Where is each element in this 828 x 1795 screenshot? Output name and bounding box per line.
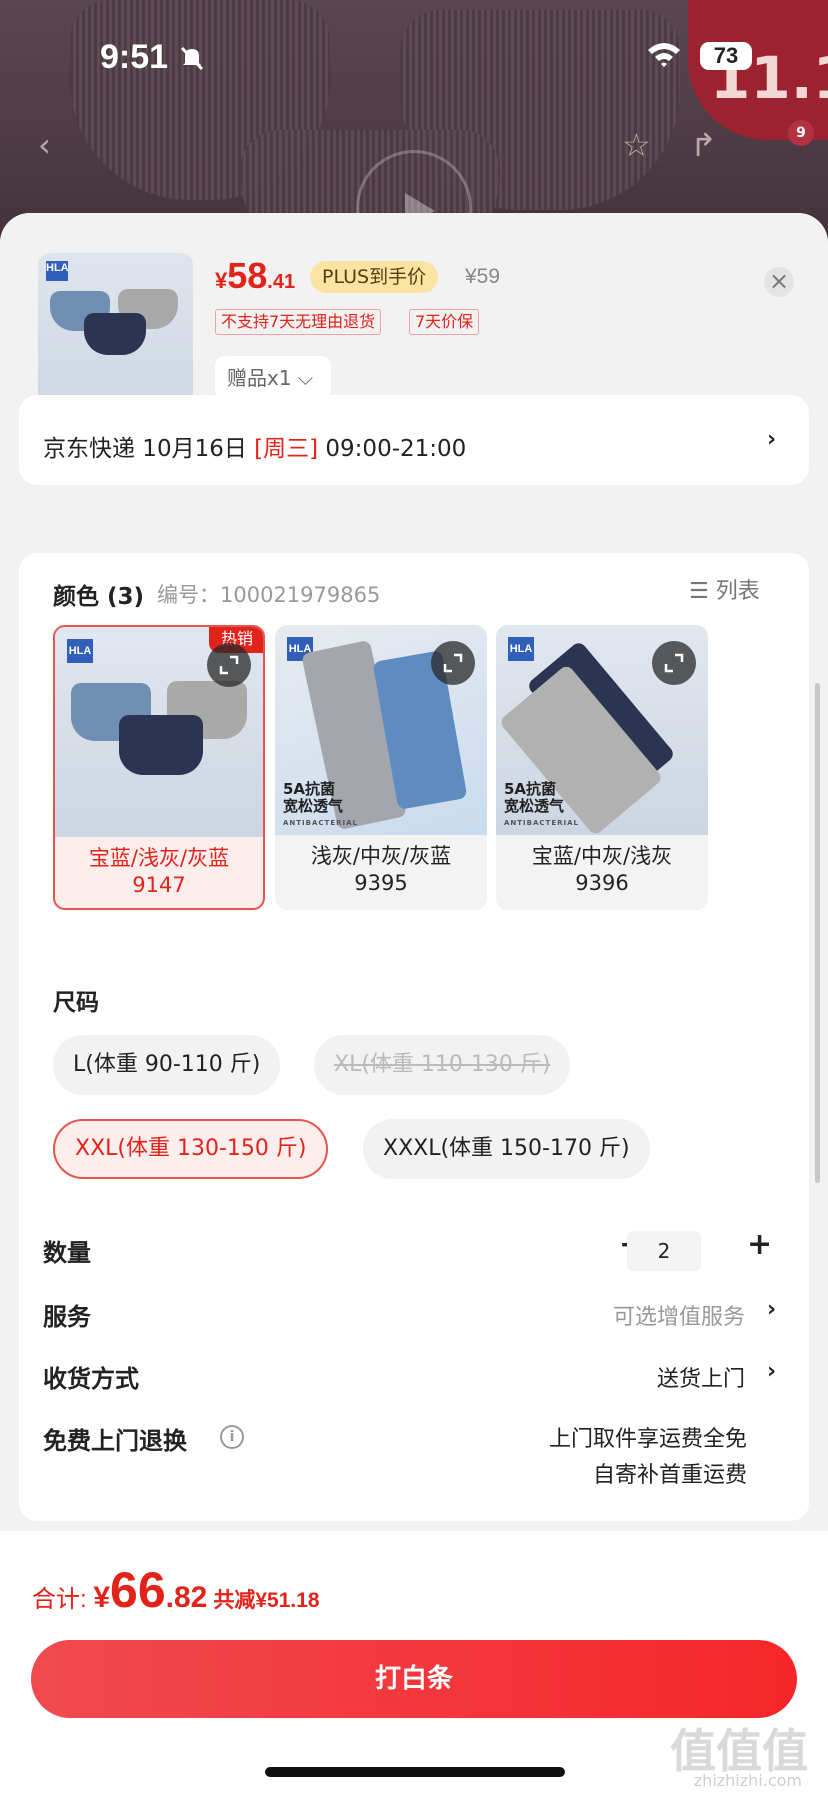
color-option-9396[interactable]: HLA 5A抗菌 宽松透气 ANTIBACTERIAL 宝蓝/中灰/浅灰 9396 (496, 625, 708, 910)
size-label: 尺码 (53, 990, 99, 1016)
chevron-right-icon: › (767, 1297, 777, 1322)
no-return-tag: 不支持7天无理由退货 (215, 309, 382, 335)
silent-bell-icon (178, 44, 206, 76)
receive-method-label: 收货方式 (43, 1365, 139, 1393)
size-option-xxl[interactable]: XXL(体重 130-150 斤) (53, 1119, 329, 1179)
expand-icon[interactable] (652, 641, 696, 685)
size-option-l[interactable]: L(体重 90-110 斤) (53, 1035, 281, 1095)
chevron-down-icon: ⌵ (297, 366, 314, 390)
gift-dropdown[interactable]: 赠品x1 ⌵ (215, 356, 331, 400)
back-icon[interactable]: ‹ (38, 126, 51, 164)
checkout-bar: 合计: ¥66.82 共减¥51.18 打白条 值值值 zhizhizhi.com (0, 1531, 828, 1795)
chevron-right-icon: › (767, 427, 777, 452)
service-value: 可选增值服务 (612, 1305, 745, 1330)
sku-options-card: 颜色 (3) 编号：100021979865 ☰ 列表 HLA 热销 宝蓝/浅灰… (19, 553, 809, 1521)
share-icon[interactable]: ↱ (690, 126, 717, 164)
wifi-icon (646, 40, 682, 72)
price-protect-tag: 7天价保 (409, 309, 480, 335)
size-option-xxxl[interactable]: XXXL(体重 150-170 斤) (363, 1119, 650, 1179)
current-price: ¥58.41 (215, 255, 296, 296)
status-bar: 9:51 73 (0, 30, 828, 86)
info-icon[interactable]: i (220, 1425, 244, 1449)
brand-logo: HLA (46, 261, 69, 281)
expand-icon[interactable] (207, 643, 251, 687)
discount-amount: 共减¥51.18 (213, 1589, 320, 1612)
plus-price-tag: PLUS到手价 (310, 261, 439, 293)
free-return-label: 免费上门退换 (43, 1427, 187, 1455)
close-button[interactable]: × (764, 267, 794, 297)
color-label: 颜色 (3) (53, 584, 145, 610)
chevron-right-icon: › (767, 1359, 777, 1384)
home-indicator (265, 1767, 565, 1777)
color-option-9395[interactable]: HLA 5A抗菌 宽松透气 ANTIBACTERIAL 浅灰/中灰/灰蓝 9395 (275, 625, 487, 910)
delivery-row[interactable]: 京东快递 10月16日 [周三] 09:00-21:00 › (19, 395, 809, 485)
color-option-9147[interactable]: HLA 热销 宝蓝/浅灰/灰蓝 9147 (53, 625, 265, 910)
quantity-plus-button[interactable]: + (747, 1227, 772, 1262)
expand-icon[interactable] (431, 641, 475, 685)
sku-selection-sheet: HLA ¥58.41 PLUS到手价 ¥59 × 不支持7天无理由退货 7天价保… (0, 213, 828, 1795)
watermark-url: zhizhizhi.com (693, 1771, 802, 1790)
service-label: 服务 (43, 1303, 91, 1331)
status-time: 9:51 (100, 38, 169, 76)
total-price: 合计: ¥66.82 共减¥51.18 (32, 1562, 320, 1618)
delivery-text: 京东快递 10月16日 [周三] 09:00-21:00 (43, 436, 467, 462)
scrollbar[interactable] (815, 683, 820, 1183)
quantity-label: 数量 (43, 1239, 91, 1267)
quantity-input[interactable]: 2 (627, 1231, 701, 1271)
battery-indicator: 73 (700, 42, 752, 70)
list-icon: ☰ (689, 579, 709, 604)
list-view-button[interactable]: ☰ 列表 (689, 573, 760, 605)
receive-method-value: 送货上门 (656, 1367, 745, 1392)
baitiao-pay-button[interactable]: 打白条 (31, 1640, 797, 1718)
sku-number: 编号：100021979865 (157, 583, 381, 607)
product-thumbnail[interactable]: HLA (38, 253, 193, 408)
free-return-line1: 上门取件享运费全免 (548, 1427, 747, 1452)
original-price: ¥59 (465, 265, 501, 288)
free-return-line2: 自寄补首重运费 (592, 1463, 747, 1488)
favorite-star-icon[interactable]: ☆ (622, 126, 651, 164)
size-option-xl: XL(体重 110-130 斤) (314, 1035, 571, 1095)
